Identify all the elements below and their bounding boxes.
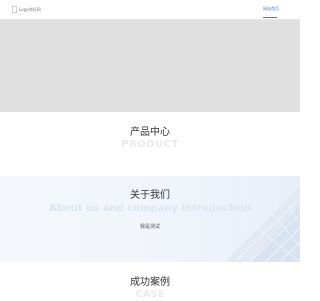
cases-subtitle-en: CASE — [135, 289, 165, 300]
cases-title: 成功案例 — [130, 277, 170, 288]
products-subtitle-en: PRODUCT — [121, 139, 179, 150]
logo-image-icon — [12, 6, 17, 13]
nav-active-indicator — [263, 17, 277, 18]
products-title: 产品中心 — [130, 127, 170, 138]
building-graphic — [225, 186, 300, 262]
site-logo[interactable]: Logo你好网 — [12, 6, 41, 13]
about-text: 我是测试 — [139, 224, 160, 230]
logo-text: Logo你好网 — [19, 7, 41, 12]
about-title: 关于我们 — [130, 190, 170, 201]
about-subtitle-en: About us and company introduction — [49, 203, 251, 214]
site-header: Logo你好网 网站首页 — [0, 0, 300, 20]
hero-banner — [0, 20, 300, 112]
